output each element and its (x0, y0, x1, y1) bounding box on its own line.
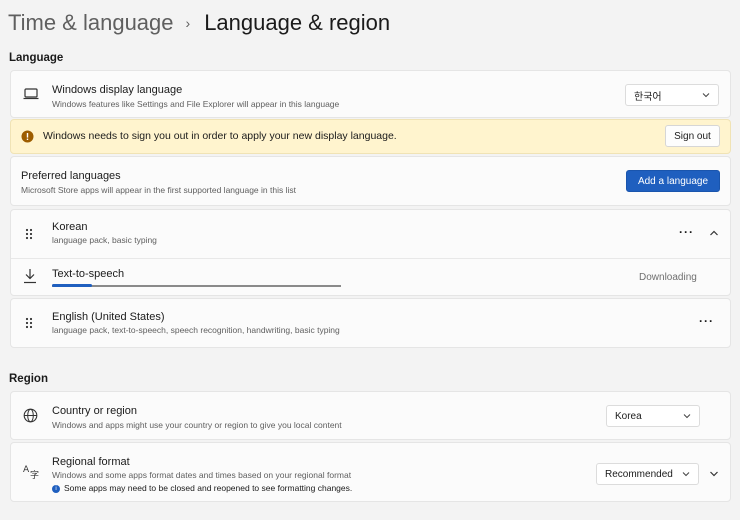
warning-icon (21, 130, 34, 143)
page-title: Language & region (204, 10, 391, 35)
chevron-up-icon[interactable] (709, 229, 719, 237)
country-region-title: Country or region (52, 405, 137, 417)
drag-handle-icon[interactable] (25, 317, 33, 329)
laptop-icon (23, 87, 39, 101)
regional-format-subtitle: Windows and some apps format dates and t… (52, 470, 352, 480)
sign-out-message: Windows needs to sign you out in order t… (43, 130, 397, 142)
globe-icon (23, 408, 38, 423)
chevron-down-icon (702, 91, 710, 102)
korean-more-options-button[interactable]: ··· (679, 225, 694, 239)
regional-format-dropdown[interactable]: Recommended (596, 463, 699, 485)
korean-subtitle: language pack, basic typing (52, 235, 157, 245)
text-to-speech-row: Text-to-speech Downloading (11, 259, 730, 297)
breadcrumb-parent-link[interactable]: Time & language (8, 10, 174, 36)
drag-handle-icon[interactable] (25, 228, 33, 240)
display-language-dropdown[interactable]: 한국어 (625, 84, 719, 106)
chevron-down-icon (682, 470, 690, 481)
preferred-languages-title: Preferred languages (21, 170, 121, 182)
country-region-card: Country or region Windows and apps might… (10, 391, 731, 440)
korean-language-card: Korean language pack, basic typing ··· T… (10, 209, 731, 296)
expand-chevron-icon[interactable] (709, 470, 719, 478)
regional-format-icon: A字 (23, 463, 39, 479)
country-region-value: Korea (615, 410, 642, 422)
display-language-subtitle: Windows features like Settings and File … (52, 99, 340, 109)
regional-format-note: i Some apps may need to be closed and reo… (52, 483, 352, 493)
english-more-options-button[interactable]: ··· (699, 314, 714, 328)
breadcrumb-separator: › (185, 15, 191, 31)
country-region-subtitle: Windows and apps might use your country … (52, 420, 342, 430)
breadcrumb: Time & language › Language & region (8, 10, 390, 36)
korean-title: Korean (52, 221, 88, 233)
regional-format-value: Recommended (605, 468, 673, 480)
text-to-speech-title: Text-to-speech (52, 268, 125, 280)
regional-format-card: A字 Regional format Windows and some apps… (10, 442, 731, 502)
language-section-heading: Language (9, 52, 64, 64)
download-progress-bar (52, 284, 341, 287)
country-region-dropdown[interactable]: Korea (606, 405, 700, 427)
info-icon: i (52, 484, 60, 493)
regional-format-note-text: Some apps may need to be closed and reop… (64, 483, 353, 493)
region-section-heading: Region (9, 373, 48, 385)
english-language-card: English (United States) language pack, t… (10, 298, 731, 348)
sign-out-button[interactable]: Sign out (665, 125, 720, 147)
download-icon (23, 268, 37, 284)
display-language-card: Windows display language Windows feature… (10, 70, 731, 118)
regional-format-title: Regional format (52, 456, 130, 468)
download-progress-fill (52, 284, 93, 287)
english-subtitle: language pack, text-to-speech, speech re… (52, 325, 340, 335)
svg-text:字: 字 (30, 469, 39, 479)
sign-out-warning-bar: Windows needs to sign you out in order t… (10, 119, 731, 154)
preferred-languages-subtitle: Microsoft Store apps will appear in the … (21, 185, 296, 195)
download-status: Downloading (639, 272, 697, 283)
display-language-title: Windows display language (52, 84, 183, 96)
english-title: English (United States) (52, 311, 165, 323)
chevron-down-icon (683, 412, 691, 423)
svg-text:A: A (23, 465, 30, 475)
display-language-value: 한국어 (634, 91, 662, 103)
add-language-button[interactable]: Add a language (626, 170, 720, 192)
preferred-languages-card: Preferred languages Microsoft Store apps… (10, 156, 731, 206)
